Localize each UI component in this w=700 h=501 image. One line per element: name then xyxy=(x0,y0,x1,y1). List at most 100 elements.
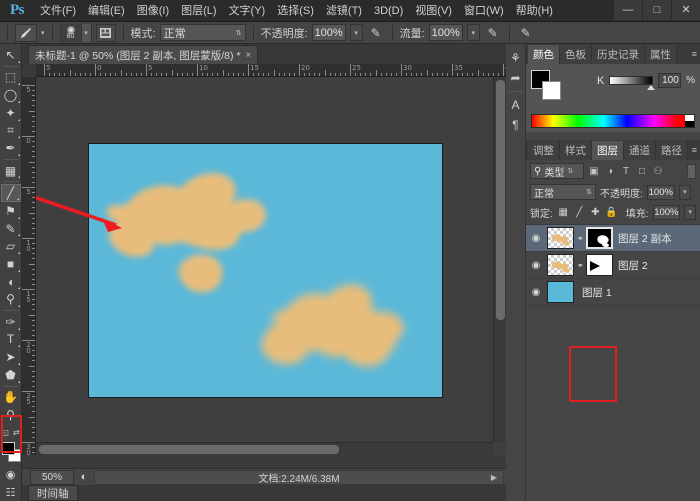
menu-filter[interactable]: 滤镜(T) xyxy=(320,0,368,22)
clone-stamp-tool[interactable]: ⚑ xyxy=(1,202,21,220)
document-info-expand-icon[interactable]: ▶ xyxy=(491,473,497,482)
k-channel-slider[interactable] xyxy=(609,76,653,85)
maximize-button[interactable]: □ xyxy=(643,0,671,20)
zoom-level-input[interactable]: 50% xyxy=(30,470,74,485)
menu-select[interactable]: 选择(S) xyxy=(271,0,320,22)
lasso-tool[interactable]: ◯ xyxy=(1,86,21,104)
tab-swatches[interactable]: 色板 xyxy=(560,45,592,64)
filter-enable-toggle[interactable] xyxy=(687,164,696,179)
brush-panel-icon[interactable]: ➦ xyxy=(507,68,525,88)
healing-brush-tool[interactable]: ▦ xyxy=(1,162,21,180)
mask-link-icon[interactable]: ⚭ xyxy=(577,234,583,243)
tab-styles[interactable]: 样式 xyxy=(560,141,592,160)
shape-tool[interactable]: ⬟ xyxy=(1,366,21,384)
mask-link-icon[interactable]: ⚭ xyxy=(577,261,583,270)
black-white-swatches[interactable] xyxy=(685,115,694,127)
filter-adjustment-icon[interactable]: ◑ xyxy=(603,166,617,177)
pen-tool[interactable]: ✑ xyxy=(1,313,21,331)
path-selection-tool[interactable]: ➤ xyxy=(1,348,21,366)
tab-layers[interactable]: 图层 xyxy=(592,141,624,160)
brush-preset-caret-icon[interactable]: ▾ xyxy=(81,24,91,42)
eyedropper-tool[interactable]: ✒ xyxy=(1,139,21,157)
canvas-horizontal-scrollbar[interactable] xyxy=(36,442,493,455)
opacity-pressure-icon[interactable]: ✎ xyxy=(367,26,385,40)
document-close-icon[interactable]: × xyxy=(246,50,252,61)
marquee-tool[interactable]: ⬚ xyxy=(1,69,21,87)
filter-smart-icon[interactable]: ⚇ xyxy=(651,166,665,177)
dodge-tool[interactable]: ⚲ xyxy=(1,290,21,308)
document-info[interactable]: 文档:2.24M/6.38M ▶ xyxy=(94,470,504,485)
brush-presets-icon[interactable]: ⚘ xyxy=(507,48,525,68)
lock-image-icon[interactable]: ╱ xyxy=(573,207,586,218)
k-slider-thumb[interactable] xyxy=(647,85,655,90)
tab-timeline[interactable]: 时间轴 xyxy=(28,485,78,501)
tab-paths[interactable]: 路径 xyxy=(656,141,688,160)
menu-view[interactable]: 视图(V) xyxy=(409,0,458,22)
move-tool[interactable]: ↖ xyxy=(1,46,21,64)
layer-row[interactable]: ◉图层 1 xyxy=(526,279,700,306)
layer-visibility-icon[interactable]: ◉ xyxy=(528,233,544,244)
quick-selection-tool[interactable]: ✦ xyxy=(1,104,21,122)
paragraph-panel-icon[interactable]: ¶ xyxy=(507,115,525,135)
lock-all-icon[interactable]: 🔒 xyxy=(605,207,618,218)
swap-colors-icon[interactable]: ⇄ xyxy=(13,428,20,437)
blur-tool[interactable]: ◖ xyxy=(1,273,21,291)
color-panel-swatches[interactable] xyxy=(531,70,561,100)
close-button[interactable]: ✕ xyxy=(672,0,700,20)
default-colors-icon[interactable]: ◱ xyxy=(1,428,9,437)
tab-channels[interactable]: 通道 xyxy=(624,141,656,160)
menu-edit[interactable]: 编辑(E) xyxy=(82,0,131,22)
filter-pixel-icon[interactable]: ▣ xyxy=(587,166,601,177)
canvas-vertical-scrollbar[interactable] xyxy=(493,77,506,442)
lock-transparency-icon[interactable]: ▦ xyxy=(557,207,570,218)
preview-icon[interactable]: ◐ xyxy=(74,471,94,483)
artboard[interactable] xyxy=(89,144,442,397)
lock-position-icon[interactable]: ✚ xyxy=(589,207,602,218)
opacity-input[interactable]: 100% xyxy=(312,24,346,41)
minimize-button[interactable]: — xyxy=(614,0,642,20)
horizontal-scrollbar-thumb[interactable] xyxy=(39,445,339,454)
quick-mask-button[interactable]: ◉ xyxy=(1,466,21,484)
layer-row[interactable]: ◉⚭图层 2 副本 xyxy=(526,225,700,252)
layer-fill-caret-icon[interactable]: ▾ xyxy=(684,205,696,220)
filter-shape-icon[interactable]: □ xyxy=(635,166,649,177)
size-pressure-icon[interactable]: ✎ xyxy=(517,26,535,40)
layer-row[interactable]: ◉⚭图层 2 xyxy=(526,252,700,279)
layer-mask-thumbnail[interactable] xyxy=(586,227,613,249)
layer-kind-select[interactable]: ⚲ 类型 ⇅ xyxy=(530,163,584,179)
zoom-tool[interactable]: ⚲ xyxy=(1,406,21,424)
layer-mask-thumbnail[interactable] xyxy=(586,254,613,276)
screen-mode-button[interactable]: ☷ xyxy=(1,483,21,501)
layer-visibility-icon[interactable]: ◉ xyxy=(528,260,544,271)
layer-blend-mode-select[interactable]: 正常 ⇅ xyxy=(530,184,596,200)
horizontal-ruler[interactable]: 50510152025303540 xyxy=(36,64,506,77)
color-panel-menu-icon[interactable]: ≡ xyxy=(692,49,697,59)
brush-tool-icon[interactable] xyxy=(15,24,37,42)
tab-color[interactable]: 颜色 xyxy=(528,45,560,64)
flow-caret-icon[interactable]: ▾ xyxy=(467,24,480,41)
canvas-area[interactable] xyxy=(36,77,506,455)
airbrush-icon[interactable]: ✎ xyxy=(484,26,502,40)
type-tool[interactable]: T xyxy=(1,331,21,349)
blend-mode-select[interactable]: 正常 ⇅ xyxy=(160,24,246,41)
character-panel-icon[interactable]: A xyxy=(507,95,525,115)
menu-file[interactable]: 文件(F) xyxy=(34,0,82,22)
crop-tool[interactable]: ⌗ xyxy=(1,122,21,140)
menu-3d[interactable]: 3D(D) xyxy=(368,0,409,22)
tab-history[interactable]: 历史记录 xyxy=(592,45,645,64)
black-swatch[interactable] xyxy=(685,121,694,127)
layer-opacity-caret-icon[interactable]: ▾ xyxy=(679,185,691,200)
layers-panel-menu-icon[interactable]: ≡ xyxy=(692,145,697,155)
brush-preset-picker[interactable]: 80 ▾ xyxy=(60,24,92,42)
color-spectrum-ramp[interactable] xyxy=(531,114,695,128)
toolbar-foreground-swatch[interactable] xyxy=(2,442,15,455)
menu-image[interactable]: 图像(I) xyxy=(131,0,175,22)
vertical-scrollbar-thumb[interactable] xyxy=(496,80,505,320)
brush-panel-toggle[interactable] xyxy=(96,24,116,42)
hand-tool[interactable]: ✋ xyxy=(1,388,21,406)
menu-help[interactable]: 帮助(H) xyxy=(510,0,559,22)
layer-fill-input[interactable]: 100% xyxy=(653,205,681,220)
tab-properties[interactable]: 属性 xyxy=(645,45,677,64)
spectrum-gradient[interactable] xyxy=(532,115,685,127)
background-swatch[interactable] xyxy=(542,81,561,100)
